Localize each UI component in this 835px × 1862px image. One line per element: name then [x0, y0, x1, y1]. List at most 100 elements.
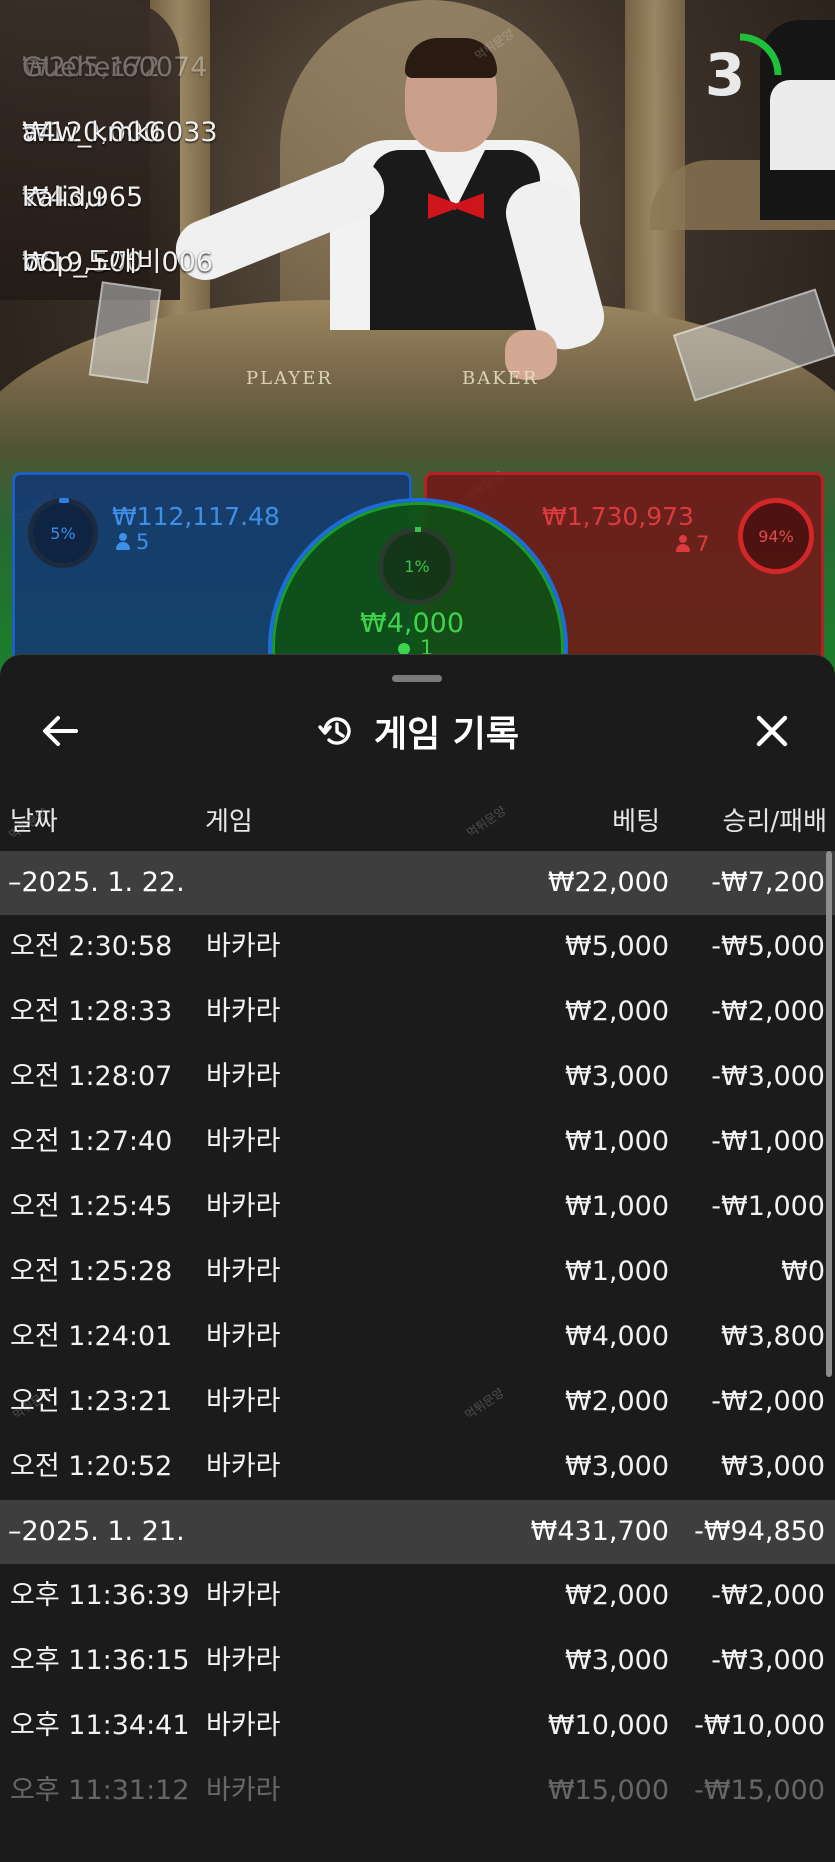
list-scrollbar[interactable] [826, 851, 832, 1377]
ticker-user: b6p_도깨비006 [22, 247, 214, 278]
history-list: –2025. 1. 22. ₩22,000 -₩7,200 오전 2:30:58… [0, 851, 835, 1824]
row-game: 바카라 [206, 931, 281, 962]
history-row[interactable]: 오전 1:25:28 바카라 ₩1,000 ₩0 [0, 1240, 835, 1305]
history-row[interactable]: 오전 1:28:33 바카라 ₩2,000 -₩2,000 [0, 980, 835, 1045]
group-result-total: -₩94,850 [694, 1516, 825, 1547]
ticker-user: Gueher60074 [22, 52, 208, 83]
history-row[interactable]: 오전 2:30:58 바카라 ₩5,000 -₩5,000 [0, 915, 835, 980]
background-pillar [625, 0, 685, 330]
banker-total-amount: ₩1,730,973 [542, 502, 694, 531]
row-game: 바카라 [206, 1645, 281, 1676]
history-row[interactable]: 오전 1:25:45 바카라 ₩1,000 -₩1,000 [0, 1175, 835, 1240]
banker-percent-label: 94% [758, 526, 794, 546]
tie-bet-percent: 1% [378, 527, 456, 605]
player-percent-label: 5% [50, 523, 76, 543]
column-header-result[interactable]: 승리/패배 [723, 801, 827, 837]
row-result: -₩3,000 [711, 1645, 825, 1676]
history-row[interactable]: 오전 1:23:21 바카라 ₩2,000 -₩2,000 [0, 1370, 835, 1435]
row-result: ₩0 [781, 1256, 825, 1287]
close-icon [756, 715, 788, 747]
table-label-banker: BAKER [462, 368, 539, 389]
history-row[interactable]: 오전 1:28:07 바카라 ₩3,000 -₩3,000 [0, 1045, 835, 1110]
player-bettor-count: 5 [116, 530, 149, 554]
tie-total-amount: ₩4,000 [360, 608, 464, 639]
game-history-sheet: 게임 기록 날짜 게임 베팅 승리/패배 –2025. 1. 22. ₩22,0… [0, 654, 835, 1862]
row-time: 오전 1:20:52 [10, 1451, 173, 1482]
row-bet: ₩15,000 [547, 1775, 669, 1806]
row-time: 오후 11:36:39 [10, 1580, 190, 1611]
row-game: 바카라 [206, 1321, 281, 1352]
player-total-amount: ₩112,117.48 [112, 502, 280, 531]
sheet-drag-handle[interactable] [392, 675, 442, 682]
history-row[interactable]: 오후 11:34:41 바카라 ₩10,000 -₩10,000 [0, 1694, 835, 1759]
row-bet: ₩3,000 [565, 1645, 669, 1676]
row-time: 오전 1:28:33 [10, 996, 173, 1027]
row-game: 바카라 [206, 1710, 281, 1741]
column-header-bet[interactable]: 베팅 [612, 801, 660, 837]
row-game: 바카라 [206, 1191, 281, 1222]
row-time: 오후 11:36:15 [10, 1645, 190, 1676]
history-row[interactable]: 오전 1:20:52 바카라 ₩3,000 ₩3,000 [0, 1435, 835, 1500]
row-game: 바카라 [206, 1386, 281, 1417]
group-bet-total: ₩431,700 [530, 1516, 669, 1547]
back-button[interactable] [40, 713, 84, 749]
arrow-left-icon [43, 716, 78, 746]
row-game: 바카라 [206, 1580, 281, 1611]
bet-countdown-timer: 3 [697, 32, 783, 118]
sheet-title-text: 게임 기록 [373, 714, 519, 755]
row-result: -₩3,000 [711, 1061, 825, 1092]
row-bet: ₩5,000 [565, 931, 669, 962]
column-header-game[interactable]: 게임 [205, 801, 253, 837]
row-time: 오전 1:24:01 [10, 1321, 173, 1352]
row-bet: ₩10,000 [547, 1710, 669, 1741]
row-bet: ₩1,000 [565, 1256, 669, 1287]
group-result-total: -₩7,200 [711, 867, 825, 898]
date-group-header[interactable]: –2025. 1. 22. ₩22,000 -₩7,200 [0, 851, 835, 915]
watermark: 먹튀문양 [464, 803, 509, 841]
row-time: 오후 11:31:12 [10, 1775, 190, 1806]
row-result: -₩2,000 [711, 1580, 825, 1611]
history-icon [318, 717, 351, 745]
row-bet: ₩1,000 [565, 1126, 669, 1157]
row-result: -₩10,000 [694, 1710, 825, 1741]
row-time: 오전 1:27:40 [10, 1126, 173, 1157]
banker-bettor-count: 7 [676, 532, 709, 556]
date-group-header[interactable]: –2025. 1. 21. ₩431,700 -₩94,850 [0, 1500, 835, 1564]
tie-percent-label: 1% [404, 556, 430, 576]
row-game: 바카라 [206, 1061, 281, 1092]
history-row[interactable]: 오전 1:24:01 바카라 ₩4,000 ₩3,800 [0, 1305, 835, 1370]
group-bet-total: ₩22,000 [547, 867, 669, 898]
row-bet: ₩2,000 [565, 1580, 669, 1611]
row-bet: ₩1,000 [565, 1191, 669, 1222]
banker-bet-percent: 94% [738, 498, 814, 574]
group-date: –2025. 1. 21. [8, 1516, 185, 1547]
row-result: -₩1,000 [711, 1126, 825, 1157]
banker-bettor-count-value: 7 [696, 532, 710, 556]
player-bettor-count-value: 5 [136, 530, 150, 554]
sheet-header: 게임 기록 [0, 701, 835, 761]
row-result: -₩2,000 [711, 1386, 825, 1417]
history-row[interactable]: 오후 11:36:39 바카라 ₩2,000 -₩2,000 [0, 1564, 835, 1629]
list-bottom-fade [0, 1815, 835, 1862]
countdown-number: 3 [704, 41, 746, 109]
ticker-user: a4w_kmk6033 [22, 117, 218, 148]
close-button[interactable] [752, 711, 792, 751]
row-time: 오전 1:25:28 [10, 1256, 173, 1287]
row-bet: ₩3,000 [565, 1451, 669, 1482]
history-row[interactable]: 오전 1:27:40 바카라 ₩1,000 -₩1,000 [0, 1110, 835, 1175]
row-game: 바카라 [206, 1775, 281, 1806]
row-result: -₩15,000 [694, 1775, 825, 1806]
row-bet: ₩3,000 [565, 1061, 669, 1092]
person-icon [676, 535, 690, 552]
row-game: 바카라 [206, 996, 281, 1027]
person-icon [116, 533, 130, 550]
row-time: 오후 11:34:41 [10, 1710, 190, 1741]
history-row[interactable]: 오후 11:36:15 바카라 ₩3,000 -₩3,000 [0, 1629, 835, 1694]
row-game: 바카라 [206, 1126, 281, 1157]
group-date: –2025. 1. 22. [8, 867, 185, 898]
row-result: -₩5,000 [711, 931, 825, 962]
ticker-user: kalidu [22, 182, 103, 213]
row-time: 오전 1:28:07 [10, 1061, 173, 1092]
row-result: -₩1,000 [711, 1191, 825, 1222]
sheet-title: 게임 기록 [0, 701, 835, 761]
